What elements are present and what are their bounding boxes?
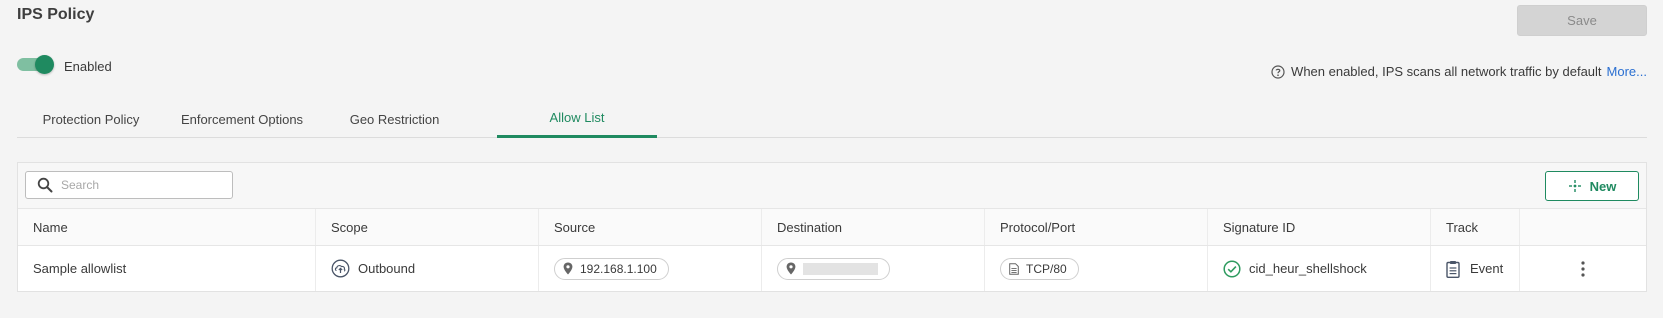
row-signature-cell: cid_heur_shellshock (1208, 246, 1431, 291)
map-pin-icon (786, 262, 796, 275)
protocol-pill[interactable]: TCP/80 (1000, 257, 1079, 280)
column-header-signature-id[interactable]: Signature ID (1208, 209, 1431, 245)
help-circle-icon (1271, 64, 1285, 79)
row-protocol-port: TCP/80 (1026, 261, 1067, 276)
column-header-scope[interactable]: Scope (316, 209, 539, 245)
row-track: Event (1470, 261, 1504, 276)
search-box[interactable] (25, 171, 233, 199)
allow-list-panel: New Name Scope Source Destination Protoc… (17, 162, 1647, 292)
search-input[interactable] (61, 178, 211, 192)
toolbar: New (18, 163, 1646, 208)
clipboard-icon (1446, 260, 1460, 278)
row-name-cell: Sample allowlist (18, 246, 316, 291)
new-button[interactable]: New (1545, 171, 1639, 201)
info-row: When enabled, IPS scans all network traf… (1271, 64, 1647, 79)
enabled-toggle[interactable] (17, 55, 54, 74)
cloud-upload-icon (331, 259, 350, 278)
map-pin-icon (563, 262, 573, 275)
search-icon (37, 177, 53, 193)
row-protocol-cell: TCP/80 (985, 246, 1208, 291)
row-signature-id: cid_heur_shellshock (1249, 261, 1367, 276)
tab-protection-policy[interactable]: Protection Policy (17, 100, 165, 138)
toggle-label: Enabled (64, 59, 112, 74)
more-link[interactable]: More... (1607, 64, 1647, 79)
column-header-track[interactable]: Track (1431, 209, 1520, 245)
row-destination-cell (762, 246, 985, 291)
info-text: When enabled, IPS scans all network traf… (1291, 64, 1602, 79)
row-track-cell: Event (1431, 246, 1520, 291)
column-header-destination[interactable]: Destination (762, 209, 985, 245)
save-button[interactable]: Save (1517, 5, 1647, 36)
tab-enforcement-options[interactable]: Enforcement Options (165, 100, 319, 138)
tab-bar: Protection Policy Enforcement Options Ge… (17, 100, 1647, 138)
table-header: Name Scope Source Destination Protocol/P… (18, 208, 1646, 246)
row-scope: Outbound (358, 261, 416, 276)
row-scope-cell: Outbound (316, 246, 539, 291)
new-button-label: New (1589, 178, 1617, 194)
page-title: IPS Policy (17, 6, 95, 23)
row-destination-redacted (803, 262, 878, 275)
document-icon (1009, 262, 1019, 275)
destination-pill[interactable] (777, 257, 890, 280)
sparkle-plus-icon (1568, 179, 1582, 193)
source-pill[interactable]: 192.168.1.100 (554, 257, 669, 280)
tab-geo-restriction[interactable]: Geo Restriction (319, 100, 470, 138)
check-circle-icon (1223, 259, 1241, 278)
row-source: 192.168.1.100 (580, 261, 657, 276)
row-actions-cell (1520, 246, 1646, 291)
column-header-actions (1520, 209, 1646, 245)
column-header-name[interactable]: Name (18, 209, 316, 245)
column-header-source[interactable]: Source (539, 209, 762, 245)
kebab-menu-icon[interactable] (1581, 260, 1585, 277)
toggle-knob (35, 55, 54, 74)
column-header-protocol-port[interactable]: Protocol/Port (985, 209, 1208, 245)
table-row[interactable]: Sample allowlist Outbound 192.168.1.100 … (18, 246, 1646, 291)
row-source-cell: 192.168.1.100 (539, 246, 762, 291)
tab-allow-list[interactable]: Allow List (497, 100, 657, 138)
row-name: Sample allowlist (33, 261, 127, 276)
